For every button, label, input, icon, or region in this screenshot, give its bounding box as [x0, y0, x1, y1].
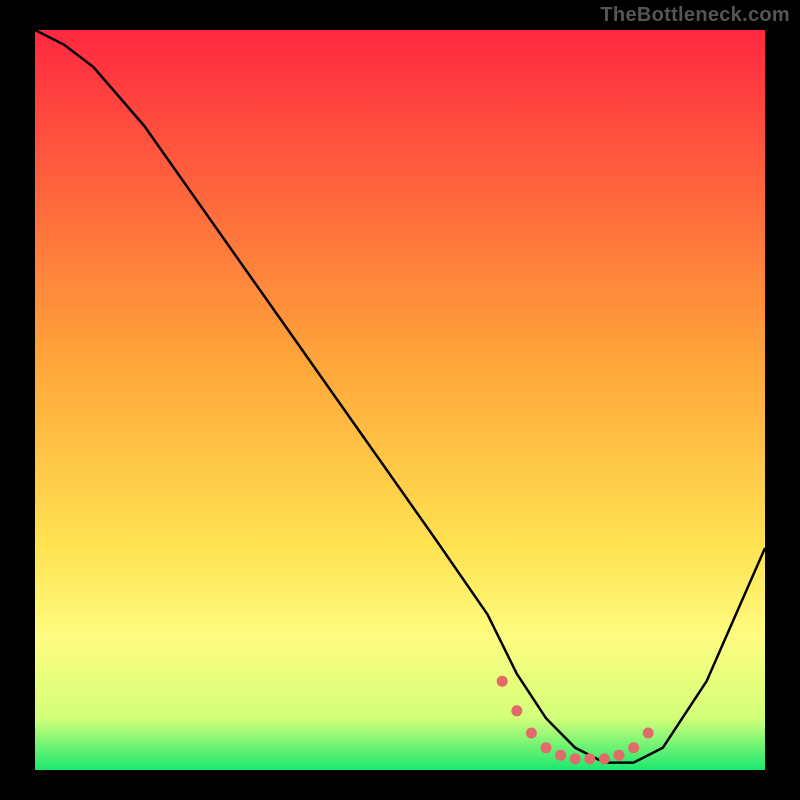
marker-dot: [497, 676, 508, 687]
marker-dot: [643, 728, 654, 739]
marker-dot: [614, 750, 625, 761]
gradient-background: [35, 30, 765, 770]
plot-area: [35, 30, 765, 770]
watermark-text: TheBottleneck.com: [600, 4, 790, 27]
marker-dot: [599, 753, 610, 764]
chart-container: TheBottleneck.com: [0, 0, 800, 800]
marker-dot: [584, 753, 595, 764]
marker-dot: [526, 728, 537, 739]
chart-svg: [35, 30, 765, 770]
marker-dot: [541, 742, 552, 753]
marker-dot: [511, 705, 522, 716]
marker-dot: [628, 742, 639, 753]
marker-dot: [555, 750, 566, 761]
marker-dot: [570, 753, 581, 764]
